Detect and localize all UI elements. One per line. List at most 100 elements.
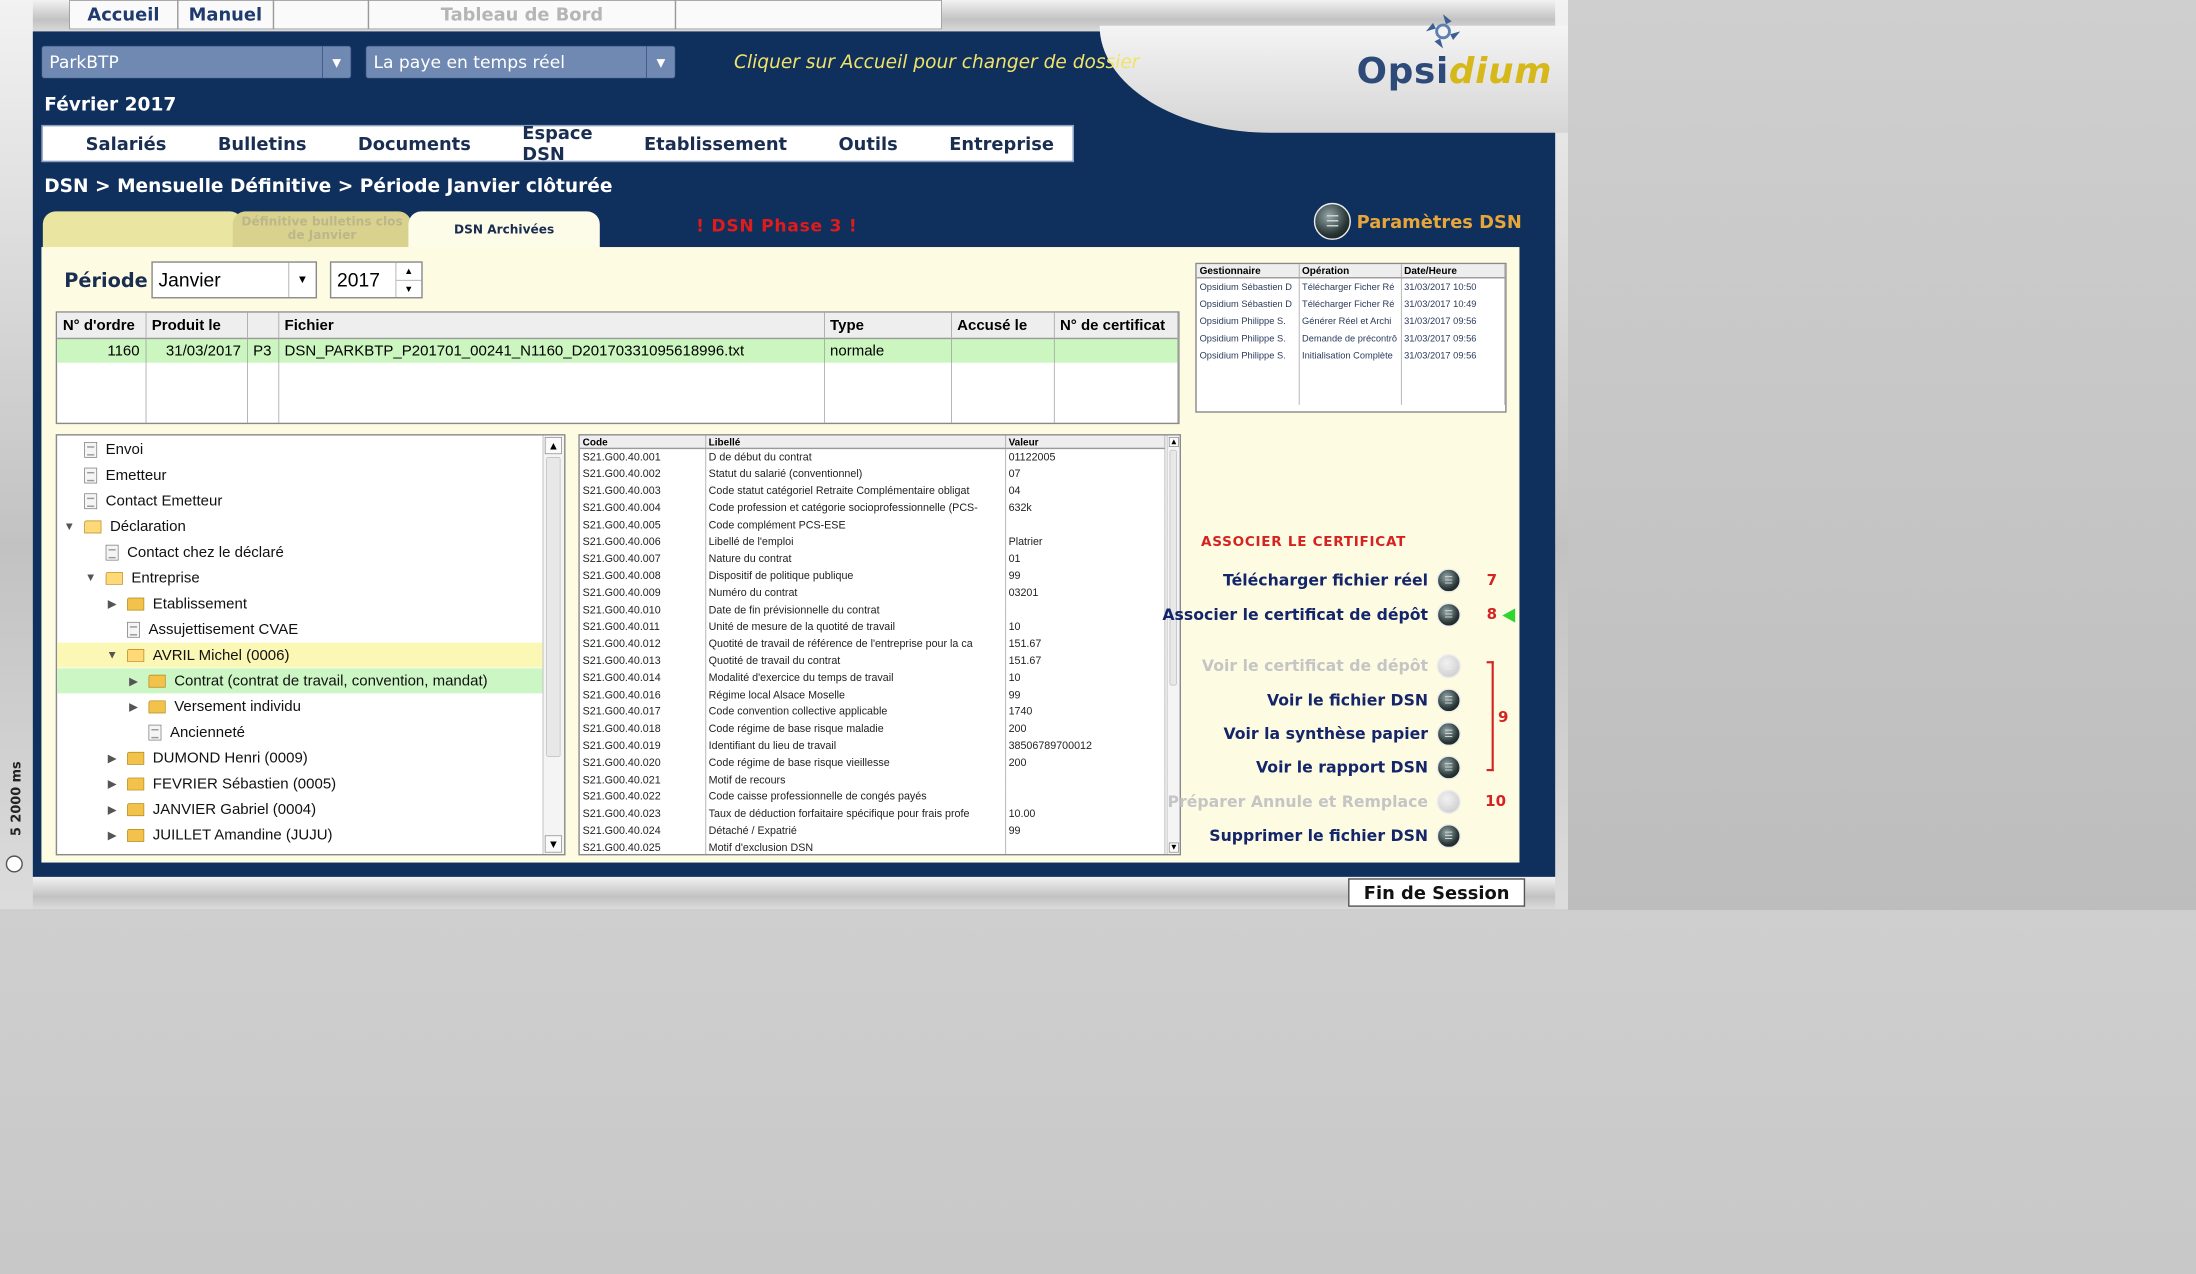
view-paper-summary-button[interactable]: Voir la synthèse papier ☰	[1223, 721, 1461, 747]
table-row[interactable]: S21.G00.40.005 Code complément PCS-ESE	[579, 516, 1166, 534]
tree-item-juillet-amandine[interactable]: ▶ JUILLET Amandine (JUJU)	[57, 823, 543, 848]
table-row[interactable]: S21.G00.40.010 Date de fin prévisionnelle…	[579, 601, 1166, 619]
table-row[interactable]: S21.G00.40.012 Quotité de travail de réfé…	[579, 635, 1166, 653]
tree-item-versement[interactable]: ▶ Versement individu	[57, 694, 543, 719]
table-row[interactable]: S21.G00.40.017 Code convention collective…	[579, 703, 1166, 721]
col-phase[interactable]	[247, 312, 279, 340]
tree-item-fevrier-sebastien[interactable]: ▶ FEVRIER Sébastien (0005)	[57, 771, 543, 796]
table-row[interactable]: Opsidium Sébastien D Télécharger Ficher R…	[1196, 277, 1506, 295]
list-icon[interactable]: ☰	[1436, 789, 1461, 814]
col-libelle[interactable]: Libellé	[705, 435, 1006, 450]
menu-etablissement[interactable]: Etablissement	[644, 133, 787, 154]
delete-dsn-file-button[interactable]: Supprimer le fichier DSN ☰	[1209, 823, 1461, 849]
table-row[interactable]: S21.G00.40.009 Numéro du contrat 03201	[579, 584, 1166, 602]
menu-outils[interactable]: Outils	[838, 133, 897, 154]
table-row[interactable]: S21.G00.40.021 Motif de recours	[579, 771, 1166, 789]
table-row[interactable]: S21.G00.40.004 Code profession et catégor…	[579, 499, 1166, 517]
col-gestionnaire[interactable]: Gestionnaire	[1196, 264, 1300, 279]
table-row[interactable]: S21.G00.40.016 Régime local Alsace Mosell…	[579, 686, 1166, 704]
year-spin[interactable]: ▲ ▼	[395, 262, 422, 298]
scroll-down-icon[interactable]: ▼	[544, 835, 562, 853]
col-code[interactable]: Code	[579, 435, 706, 450]
collapsed-arrow-icon[interactable]: ▶	[126, 699, 142, 713]
chevron-down-icon[interactable]: ▼	[288, 262, 315, 298]
view-dsn-file-button[interactable]: Voir le fichier DSN ☰	[1267, 688, 1461, 713]
tree-item-declaration[interactable]: ▼ Déclaration	[57, 514, 543, 539]
collapsed-arrow-icon[interactable]: ▶	[104, 802, 120, 816]
associate-certificate-button[interactable]: Associer le certificat de dépôt ☰	[1162, 602, 1461, 627]
table-row[interactable]: S21.G00.40.020 Code régime de base risque…	[579, 754, 1166, 772]
view-dsn-report-button[interactable]: Voir le rapport DSN ☰	[1256, 755, 1461, 780]
mode-select[interactable]: La paye en temps réel ▼	[365, 45, 676, 79]
table-row[interactable]: S21.G00.40.024 Détaché / Expatrié 99	[579, 822, 1166, 840]
nav-manuel[interactable]: Manuel	[178, 0, 274, 29]
tree-item-avril-michel[interactable]: ▼ AVRIL Michel (0006)	[57, 642, 543, 668]
expanded-arrow-icon[interactable]: ▼	[104, 649, 120, 662]
list-icon[interactable]: ☰	[1436, 721, 1461, 747]
col-valeur[interactable]: Valeur	[1005, 435, 1166, 450]
tree-item-contact-declare[interactable]: Contact chez le déclaré	[57, 540, 543, 565]
list-icon[interactable]: ☰	[1436, 755, 1461, 780]
table-row[interactable]: Opsidium Philippe S. Demande de précontrô…	[1196, 329, 1506, 347]
scroll-thumb[interactable]	[1169, 449, 1177, 686]
tab-dsn-archivees[interactable]: DSN Archivées	[408, 211, 600, 249]
col-operation[interactable]: Opération	[1298, 264, 1402, 279]
tree-item-contrat[interactable]: ▶ Contrat (contrat de travail, convention…	[57, 668, 543, 694]
menu-bulletins[interactable]: Bulletins	[218, 133, 307, 154]
collapsed-arrow-icon[interactable]: ▶	[104, 777, 120, 791]
tree-item-cvae[interactable]: Assujettisement CVAE	[57, 617, 543, 642]
chevron-down-icon[interactable]: ▼	[396, 279, 422, 297]
tree-item-anciennete[interactable]: Ancienneté	[57, 720, 543, 745]
table-row[interactable]: S21.G00.40.025 Motif d'exclusion DSN	[579, 839, 1166, 854]
scroll-up-icon[interactable]: ▲	[1168, 436, 1179, 447]
list-icon[interactable]: ☰	[1436, 823, 1461, 849]
nav-tableau-de-bord[interactable]: Tableau de Bord	[369, 0, 676, 29]
table-row[interactable]: S21.G00.40.011 Unité de mesure de la quot…	[579, 618, 1166, 636]
scroll-thumb[interactable]	[546, 456, 561, 757]
table-row[interactable]: S21.G00.40.023 Taux de déduction forfaita…	[579, 805, 1166, 823]
table-row[interactable]: S21.G00.40.019 Identifiant du lieu de tra…	[579, 737, 1166, 755]
table-row[interactable]: S21.G00.40.007 Nature du contrat 01	[579, 550, 1166, 568]
view-certificate-button[interactable]: Voir le certificat de dépôt ☰	[1202, 654, 1461, 679]
chevron-up-icon[interactable]: ▲	[396, 263, 421, 280]
nav-accueil[interactable]: Accueil	[70, 0, 179, 29]
prepare-annule-remplace-button[interactable]: Préparer Annule et Remplace ☰	[1168, 789, 1461, 814]
table-row[interactable]: S21.G00.40.008 Dispositif de politique pu…	[579, 567, 1166, 585]
collapsed-arrow-icon[interactable]: ▶	[104, 751, 120, 765]
download-file-button[interactable]: Télécharger fichier réel ☰	[1223, 568, 1461, 593]
col-type[interactable]: Type	[823, 312, 952, 340]
tree-item-emetteur[interactable]: Emetteur	[57, 463, 543, 488]
table-row[interactable]: Opsidium Philippe S. Initialisation Compl…	[1196, 346, 1506, 364]
tab-definitive-bulletins[interactable]: Définitive bulletins clos de Janvier	[232, 211, 412, 249]
table-row[interactable]: Opsidium Philippe S. Générer Réel et Arch…	[1196, 312, 1506, 330]
menu-salaries[interactable]: Salariés	[86, 133, 167, 154]
table-row[interactable]: 1160 31/03/2017 P3 DSN_PARKBTP_P201701_0…	[57, 338, 1179, 363]
menu-documents[interactable]: Documents	[358, 133, 471, 154]
year-stepper[interactable]: 2017 ▲ ▼	[329, 261, 423, 299]
expanded-arrow-icon[interactable]: ▼	[83, 572, 99, 585]
table-row[interactable]: S21.G00.40.022 Code caisse professionnell…	[579, 788, 1166, 806]
table-row[interactable]: S21.G00.40.003 Code statut catégoriel Ret…	[579, 482, 1166, 500]
table-row[interactable]: S21.G00.40.001 D de début du contrat 01122…	[579, 448, 1166, 466]
chevron-down-icon[interactable]: ▼	[322, 46, 351, 78]
dossier-select[interactable]: ParkBTP ▼	[41, 45, 352, 79]
expanded-arrow-icon[interactable]: ▼	[61, 520, 77, 533]
table-row[interactable]: Opsidium Sébastien D Télécharger Ficher R…	[1196, 294, 1506, 313]
list-icon[interactable]: ☰	[1436, 568, 1461, 593]
collapsed-arrow-icon[interactable]: ▶	[104, 597, 120, 611]
list-icon[interactable]: ☰	[1313, 202, 1351, 240]
params-dsn-button[interactable]: ☰ Paramètres DSN	[1313, 202, 1522, 240]
table-row[interactable]: S21.G00.40.002 Statut du salarié (convent…	[579, 465, 1166, 483]
collapsed-arrow-icon[interactable]: ▶	[104, 828, 120, 842]
tree-item-envoi[interactable]: Envoi	[57, 437, 543, 462]
list-icon[interactable]: ☰	[1436, 654, 1461, 679]
col-ordre[interactable]: N° d'ordre	[57, 312, 147, 340]
list-icon[interactable]: ☰	[1436, 602, 1461, 627]
tab-1[interactable]	[42, 211, 243, 249]
col-produit[interactable]: Produit le	[145, 312, 248, 340]
tree-item-janvier-gabriel[interactable]: ▶ JANVIER Gabriel (0004)	[57, 797, 543, 822]
tree-item-entreprise[interactable]: ▼ Entreprise	[57, 566, 543, 591]
month-select[interactable]: Janvier ▼	[151, 261, 318, 299]
col-date-heure[interactable]: Date/Heure	[1400, 264, 1506, 279]
table-row[interactable]: S21.G00.40.014 Modalité d'exercice du tem…	[579, 669, 1166, 687]
